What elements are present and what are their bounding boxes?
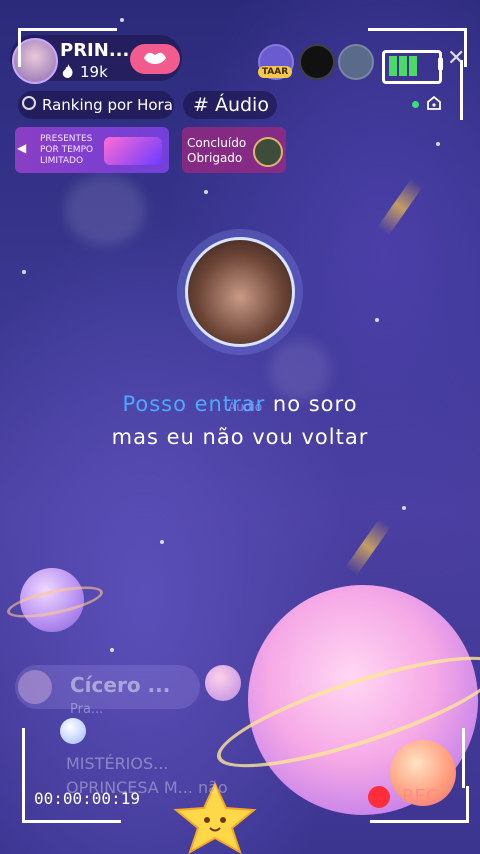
tag-label: # Áudio	[193, 94, 269, 116]
tag-chip[interactable]: # Áudio	[183, 91, 277, 119]
rec-label: REC	[402, 786, 439, 807]
frame-corner-tl	[18, 28, 117, 67]
chat-sub: Pra...	[70, 702, 104, 717]
glow-orb	[65, 175, 145, 245]
rec-dot-icon	[368, 786, 390, 808]
glow-streak	[345, 518, 391, 576]
sparkle	[204, 190, 208, 194]
banner-arrow-icon[interactable]: ◀	[17, 141, 26, 155]
frame-edge-right-top	[460, 60, 463, 120]
sparkle	[22, 270, 26, 274]
lyric-line-2: mas eu não vou voltar	[111, 425, 369, 449]
banner-gift-text: PRESENTES POR TEMPO LIMITADO	[40, 134, 94, 166]
chat-avatar	[18, 670, 52, 704]
glow-orb	[270, 340, 330, 400]
sparkle	[436, 142, 440, 146]
sparkle	[110, 648, 114, 652]
sparkle	[160, 540, 164, 544]
chat-name: Cícero ...	[70, 673, 171, 697]
mini-planet	[205, 665, 241, 701]
sparkle	[120, 18, 124, 22]
frame-corner-tr	[368, 28, 467, 67]
lyric-rest: no soro	[265, 392, 358, 416]
ranking-chip[interactable]: Ranking por Hora	[18, 91, 174, 119]
status-dot	[412, 101, 419, 108]
gift-car-image	[104, 137, 162, 165]
follow-button[interactable]	[130, 44, 180, 74]
mini-planet	[60, 718, 86, 744]
frame-edge-left	[22, 728, 25, 788]
clock-icon	[22, 96, 36, 110]
rec-timecode: 00:00:00:19	[34, 789, 140, 808]
thanks-avatar	[253, 137, 283, 167]
glow-streak	[377, 178, 423, 236]
singer-avatar[interactable]	[185, 237, 295, 347]
frame-edge-right	[462, 728, 465, 788]
viewer-avatar[interactable]	[299, 44, 335, 80]
lips-icon	[144, 52, 166, 64]
rank-badge: TAAR	[258, 66, 292, 78]
thanks-text: Concluído Obrigado	[187, 136, 247, 165]
sparkle	[402, 506, 406, 510]
sparkle	[375, 318, 379, 322]
ranking-label: Ranking por Hora	[42, 96, 173, 114]
lyric-overlay: Áudio	[228, 400, 263, 414]
home-icon[interactable]	[426, 95, 442, 111]
